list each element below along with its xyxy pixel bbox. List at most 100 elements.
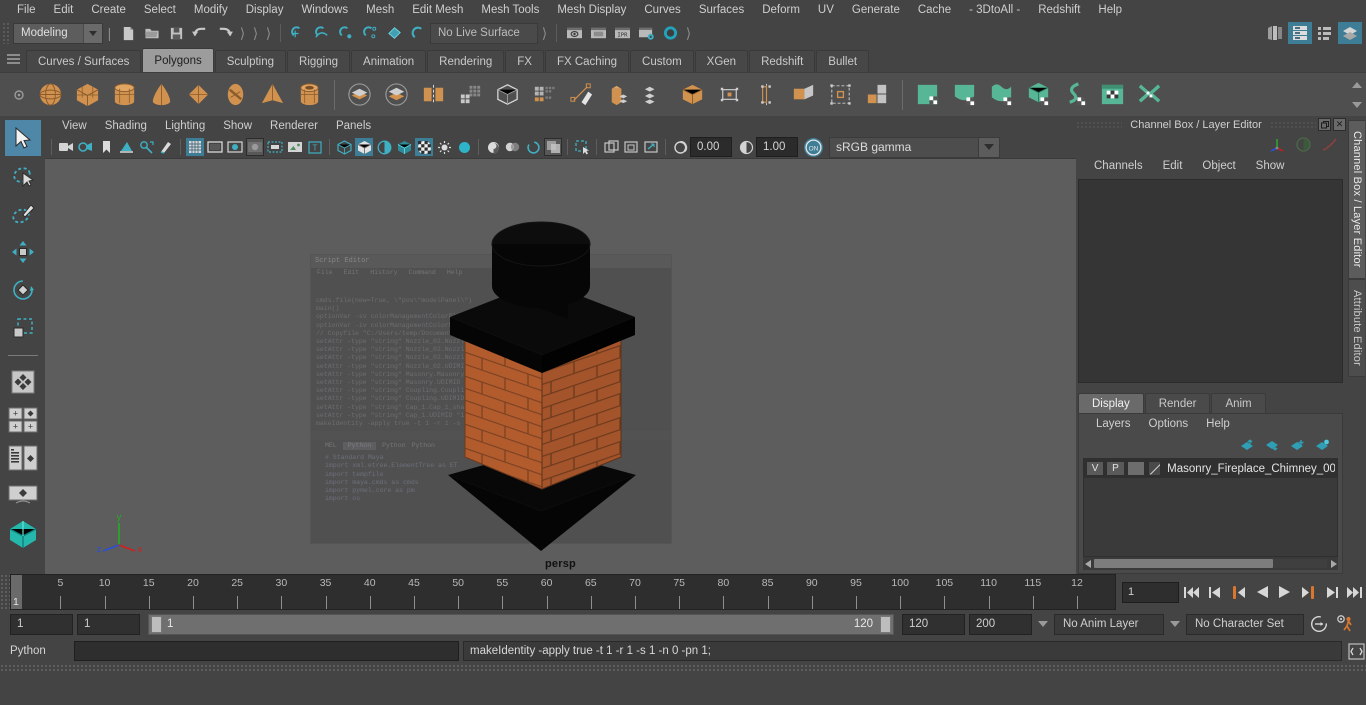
menu-file[interactable]: File: [8, 0, 45, 20]
menu-deform[interactable]: Deform: [753, 0, 809, 20]
quad-draw-icon[interactable]: [711, 76, 748, 114]
move-layer-down-icon[interactable]: [1265, 439, 1280, 452]
snap-curve-icon[interactable]: [310, 22, 334, 44]
go-to-start-icon[interactable]: [1181, 580, 1202, 604]
color-management-toggle-icon[interactable]: ON: [804, 137, 823, 157]
select-camera-icon[interactable]: [57, 138, 75, 156]
channelbox-menu-show[interactable]: Show: [1246, 160, 1295, 172]
gamma-control-icon[interactable]: [737, 138, 755, 156]
chevron-down-icon[interactable]: [83, 23, 102, 43]
hypershade-icon[interactable]: [658, 22, 682, 44]
shelf-scroll-arrows[interactable]: [1350, 75, 1364, 115]
textured-text-icon[interactable]: T: [306, 138, 324, 156]
scroll-up-icon[interactable]: [1352, 82, 1362, 88]
time-slider[interactable]: 1 5 10 15 20 25 30 35 40 45 50 55 60 65 70 75 80 85 90 95 1…: [10, 574, 1116, 610]
lasso-select-tool[interactable]: [5, 158, 41, 194]
display-layers-icon[interactable]: [602, 138, 620, 156]
multi-cut-icon[interactable]: [637, 76, 674, 114]
menu-modify[interactable]: Modify: [185, 0, 237, 20]
layer-menu-options[interactable]: Options: [1140, 418, 1198, 430]
layer-menu-layers[interactable]: Layers: [1087, 418, 1140, 430]
uv-spherical-icon[interactable]: [983, 76, 1020, 114]
shadows-icon[interactable]: [455, 138, 473, 156]
command-input-field[interactable]: [74, 641, 459, 661]
shelf-tab-xgen[interactable]: XGen: [694, 50, 749, 72]
layer-visibility-toggle[interactable]: V: [1086, 461, 1105, 476]
playback-start-field[interactable]: 1: [77, 613, 140, 635]
move-layer-up-icon[interactable]: [1240, 439, 1255, 452]
menu-cache[interactable]: Cache: [909, 0, 960, 20]
four-view-layout[interactable]: + + +: [5, 402, 41, 438]
menu-help[interactable]: Help: [1089, 0, 1131, 20]
auto-key-icon[interactable]: [1308, 612, 1330, 636]
select-tool[interactable]: [4, 120, 41, 156]
time-slider-grip[interactable]: [0, 574, 10, 610]
save-scene-icon[interactable]: [164, 22, 188, 44]
viewport-menu-panels[interactable]: Panels: [327, 120, 380, 132]
character-set-selector[interactable]: No Character Set: [1186, 613, 1304, 635]
current-time-indicator[interactable]: 1: [11, 575, 22, 609]
paint-select-tool[interactable]: [5, 196, 41, 232]
anti-alias-icon[interactable]: [524, 138, 542, 156]
layer-state-toggle[interactable]: [1126, 461, 1145, 476]
new-layer-from-selection-icon[interactable]: [1315, 439, 1330, 452]
image-plane-icon[interactable]: [117, 138, 135, 156]
shelf-tab-bullet[interactable]: Bullet: [816, 50, 870, 72]
grease-pencil-icon[interactable]: [157, 138, 175, 156]
menu-mesh[interactable]: Mesh: [357, 0, 403, 20]
isolate-select-icon[interactable]: [573, 138, 591, 156]
bookmark-icon[interactable]: [97, 138, 115, 156]
layer-tab-render[interactable]: Render: [1144, 393, 1211, 413]
poly-pipe-icon[interactable]: [291, 76, 328, 114]
snap-projectcenter-icon[interactable]: [358, 22, 382, 44]
current-frame-field[interactable]: 1: [1122, 581, 1179, 603]
menu-mesh-tools[interactable]: Mesh Tools: [472, 0, 548, 20]
menu-edit[interactable]: Edit: [45, 0, 83, 20]
layer-list[interactable]: V P Masonry_Fireplace_Chimney_001_layer: [1083, 458, 1338, 557]
new-scene-icon[interactable]: [116, 22, 140, 44]
last-tool-used[interactable]: [5, 364, 41, 400]
scroll-right-icon[interactable]: [1327, 558, 1338, 569]
color-space-chevron-down-icon[interactable]: [979, 136, 1000, 158]
shelf-tab-polygons[interactable]: Polygons: [142, 48, 214, 72]
smooth-icon[interactable]: [526, 76, 563, 114]
menu-create[interactable]: Create: [82, 0, 135, 20]
scroll-left-icon[interactable]: [1083, 558, 1094, 569]
single-persp-layout[interactable]: [5, 478, 41, 514]
hypershade-layout[interactable]: [5, 516, 41, 552]
animation-preferences-icon[interactable]: [1334, 612, 1356, 636]
mirror-geometry-icon[interactable]: [415, 76, 452, 114]
range-end-handle[interactable]: [880, 615, 891, 633]
gate-mask-icon[interactable]: [246, 138, 264, 156]
bevel-icon[interactable]: [600, 76, 637, 114]
channelbox-menu-object[interactable]: Object: [1192, 160, 1245, 172]
anim-layer-chevron-down-icon[interactable]: [1036, 621, 1050, 627]
restore-icon[interactable]: [1318, 118, 1331, 131]
shelf-tab-fx-caching[interactable]: FX Caching: [544, 50, 630, 72]
resolution-gate-icon[interactable]: [226, 138, 244, 156]
viewport-menu-show[interactable]: Show: [214, 120, 261, 132]
menu-redshift[interactable]: Redshift: [1029, 0, 1089, 20]
scroll-thumb[interactable]: [1094, 559, 1274, 568]
chimney-model[interactable]: [45, 159, 1055, 574]
poly-sphere-icon[interactable]: [32, 76, 69, 114]
channel-box-list[interactable]: [1078, 179, 1343, 383]
film-gate-icon[interactable]: [206, 138, 224, 156]
uv-planar-icon[interactable]: [909, 76, 946, 114]
redo-icon[interactable]: [212, 22, 236, 44]
menu-uv[interactable]: UV: [809, 0, 843, 20]
layer-editor-icon[interactable]: [1338, 22, 1362, 44]
viewport-menu-lighting[interactable]: Lighting: [156, 120, 214, 132]
shelf-tab-animation[interactable]: Animation: [351, 50, 427, 72]
persp-viewport[interactable]: Script Editor File Edit History Command …: [45, 158, 1076, 574]
layer-tab-anim[interactable]: Anim: [1211, 393, 1266, 413]
render-view-icon[interactable]: [562, 22, 586, 44]
attribute-editor-icon[interactable]: [1288, 22, 1312, 44]
motion-blur-icon[interactable]: [504, 138, 522, 156]
color-space-field[interactable]: sRGB gamma: [829, 136, 979, 158]
uv-contour-icon[interactable]: [1057, 76, 1094, 114]
layer-row[interactable]: V P Masonry_Fireplace_Chimney_001_layer: [1084, 459, 1337, 478]
make-live-icon[interactable]: [406, 22, 430, 44]
poly-bridge-icon[interactable]: [748, 76, 785, 114]
rotate-tool[interactable]: [5, 272, 41, 308]
